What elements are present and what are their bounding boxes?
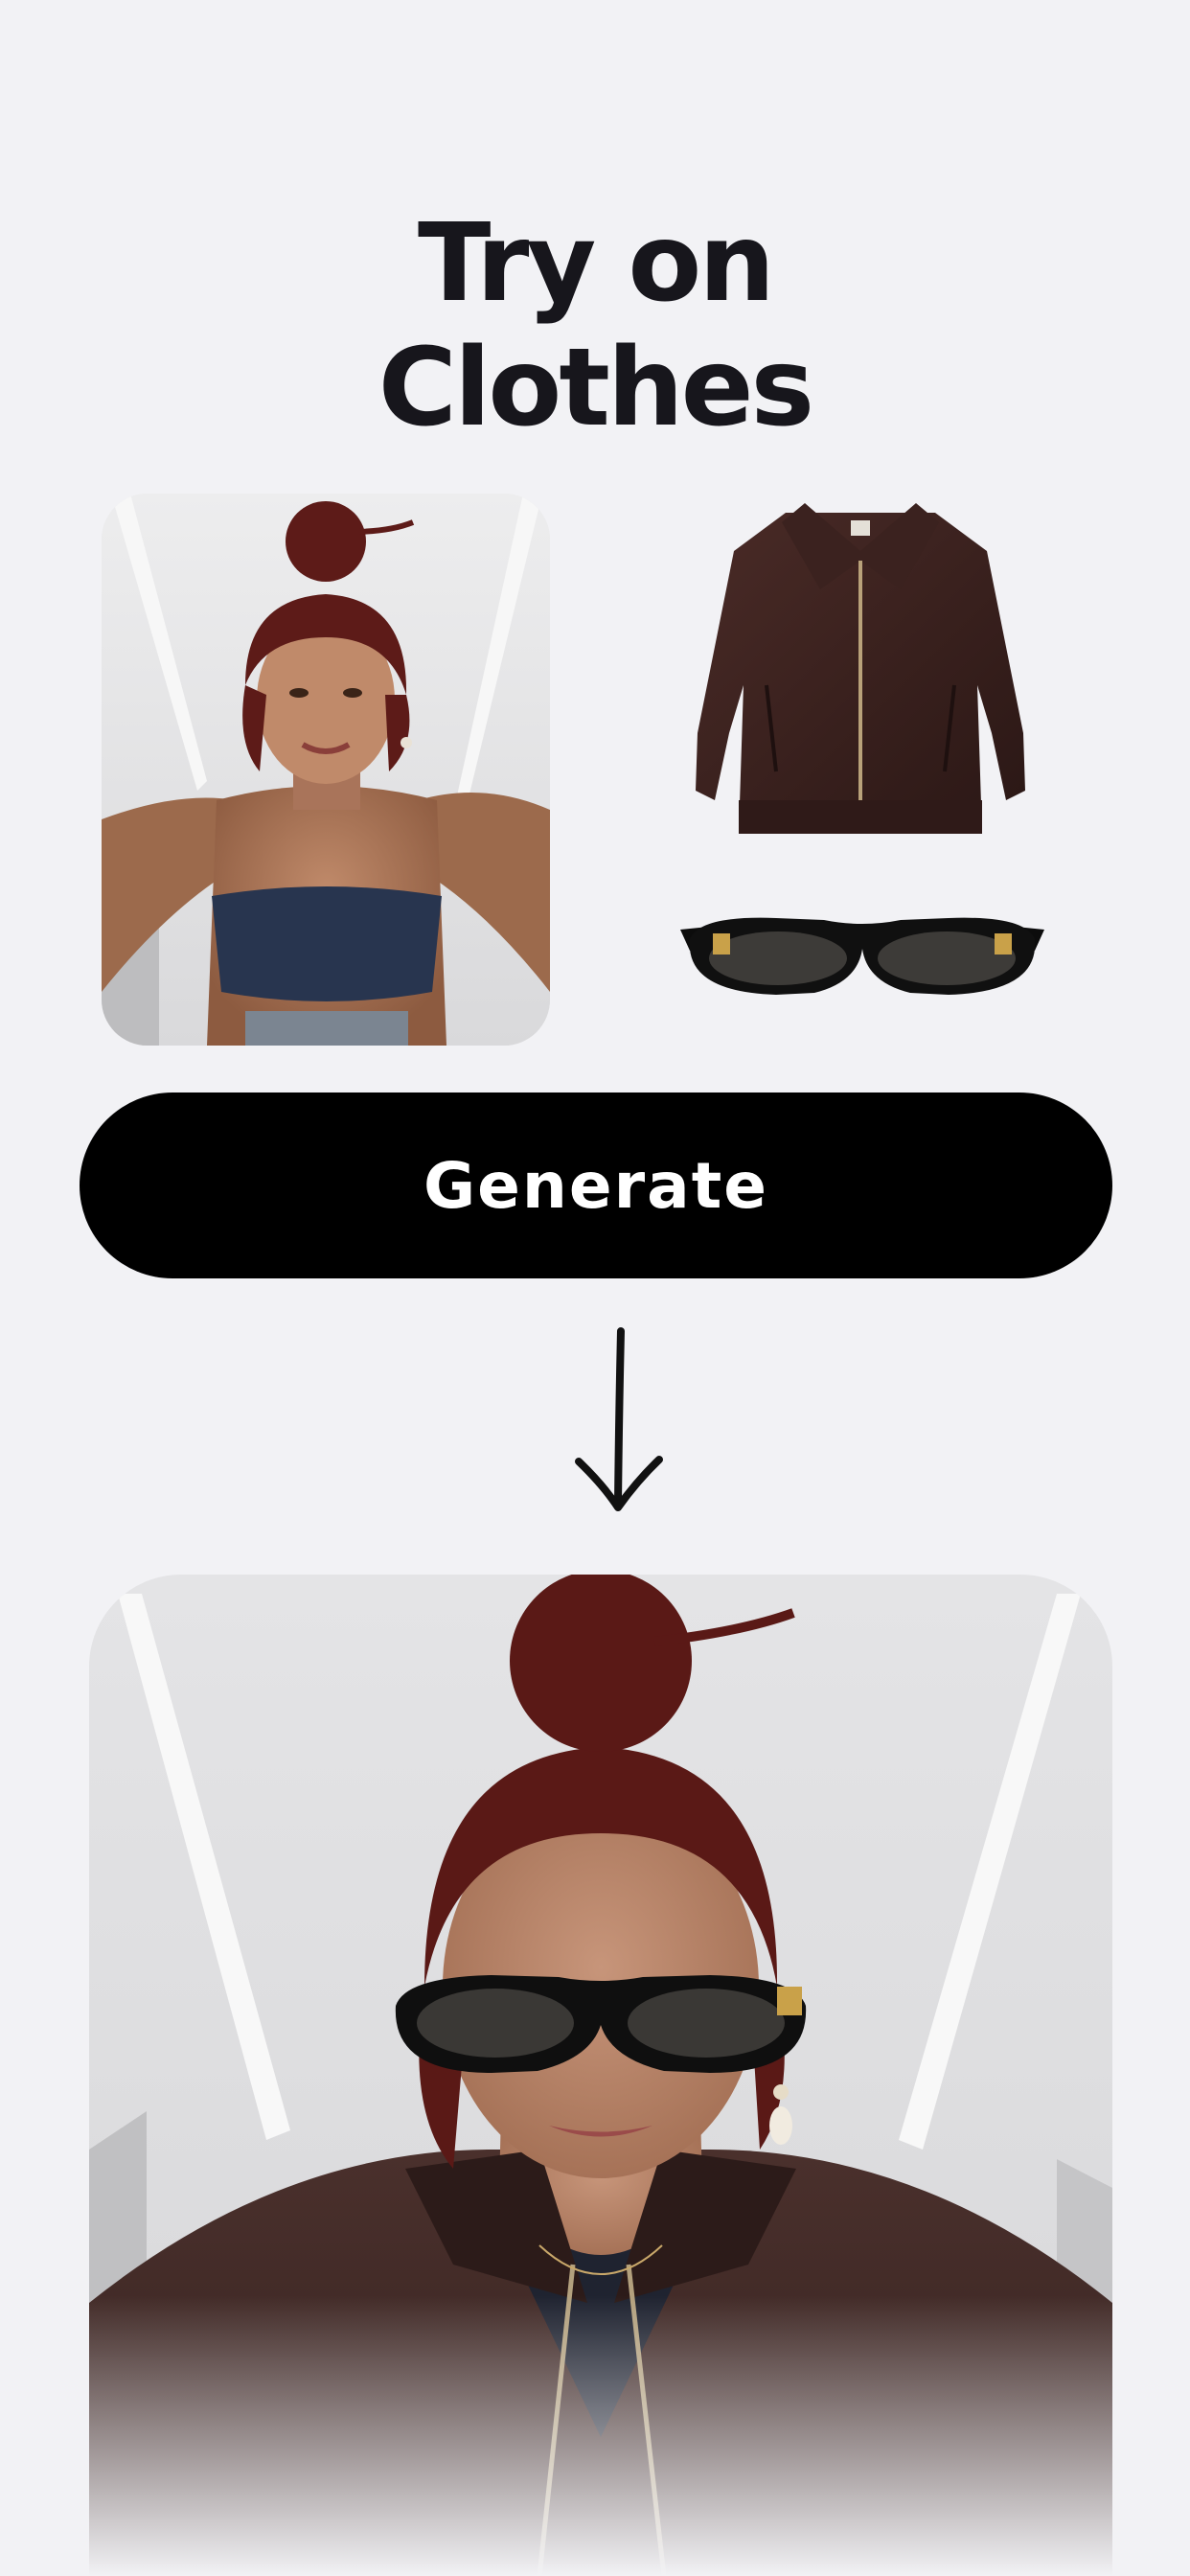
arrow-down-icon: [565, 1327, 671, 1519]
page-title: Try on Clothes: [0, 201, 1190, 450]
jacket-item[interactable]: [661, 494, 1060, 858]
person-photo[interactable]: [102, 494, 550, 1046]
generate-button[interactable]: Generate: [80, 1092, 1112, 1278]
sunglasses-item[interactable]: [671, 891, 1054, 1025]
title-line-2: Clothes: [378, 326, 814, 451]
result-photo[interactable]: [89, 1575, 1112, 2576]
title-line-1: Try on: [417, 201, 775, 327]
